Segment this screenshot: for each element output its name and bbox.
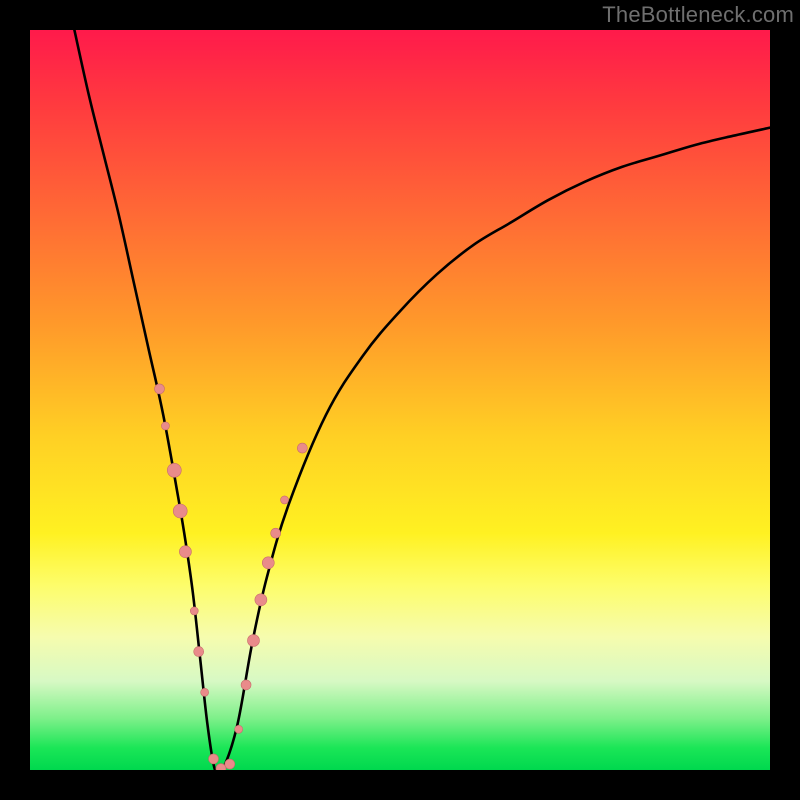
data-marker <box>201 688 209 696</box>
data-marker <box>271 528 281 538</box>
data-marker <box>297 443 307 453</box>
data-marker <box>167 463 181 477</box>
data-marker <box>190 607 198 615</box>
data-marker <box>173 504 187 518</box>
data-marker <box>179 546 191 558</box>
data-marker <box>235 725 243 733</box>
plot-area <box>30 30 770 770</box>
bottleneck-curve-svg <box>30 30 770 770</box>
data-marker <box>155 384 165 394</box>
data-marker <box>247 635 259 647</box>
data-marker <box>161 422 169 430</box>
data-marker <box>209 754 219 764</box>
data-marker <box>255 594 267 606</box>
data-marker <box>241 680 251 690</box>
data-marker <box>281 496 289 504</box>
data-markers-group <box>155 384 308 770</box>
watermark-text: TheBottleneck.com <box>602 2 794 28</box>
data-marker <box>194 647 204 657</box>
data-marker <box>225 759 235 769</box>
data-marker <box>262 557 274 569</box>
chart-frame: TheBottleneck.com <box>0 0 800 800</box>
bottleneck-curve-path <box>74 30 770 770</box>
